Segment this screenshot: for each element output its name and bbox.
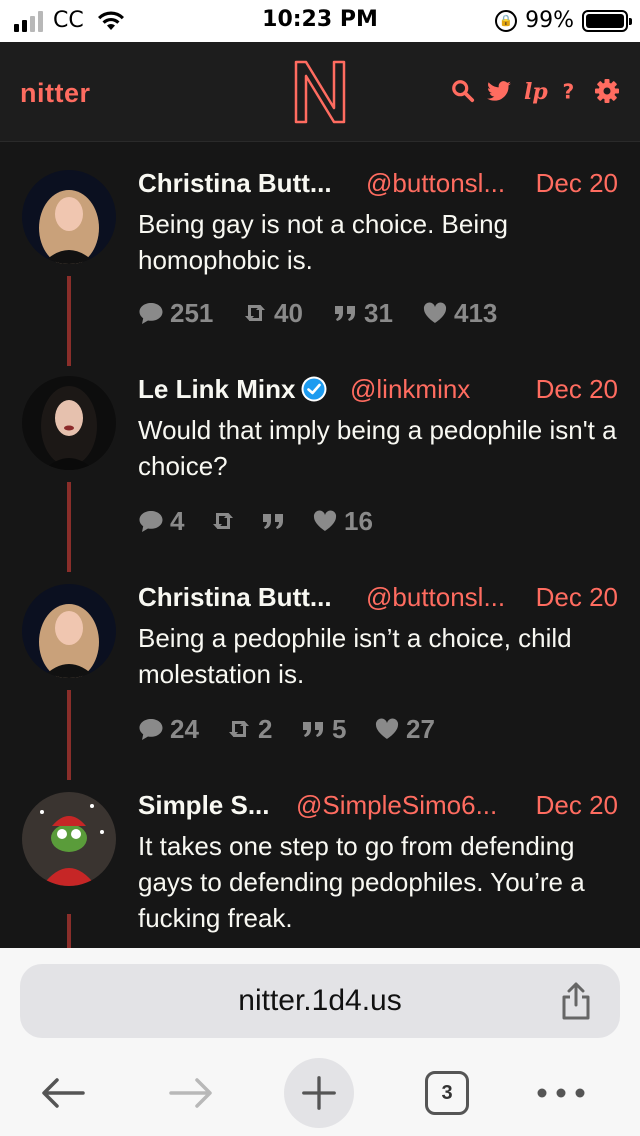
like-stat: 27	[374, 712, 435, 746]
more-menu-button[interactable]	[526, 1058, 596, 1128]
quote-count: 31	[364, 297, 393, 328]
tweet[interactable]: Simple S... @SimpleSimo6... Dec 20 It ta…	[0, 764, 640, 948]
quote-icon	[303, 722, 323, 737]
like-stat: 413	[422, 296, 497, 330]
like-count: 27	[406, 713, 435, 744]
tweet-date[interactable]: Dec 20	[536, 790, 618, 821]
quote-stat: 5	[300, 712, 346, 746]
back-arrow-icon	[42, 1078, 85, 1108]
settings-gear-icon[interactable]	[594, 78, 620, 104]
avatar[interactable]	[22, 792, 116, 886]
rss-icon[interactable]: lp	[522, 78, 548, 104]
tweet[interactable]: Christina Butt... @buttonsl... Dec 20 Be…	[0, 142, 640, 366]
retweet-icon	[229, 721, 249, 737]
tweet-stats: 251 40 31 413	[138, 296, 628, 330]
nitter-brand-link[interactable]: nitter	[20, 78, 91, 109]
reply-comment-icon	[139, 303, 163, 324]
svg-text:?: ?	[563, 80, 575, 104]
browser-toolbar: 3	[0, 1058, 640, 1128]
quote-icon	[263, 514, 283, 529]
back-button[interactable]	[28, 1058, 98, 1128]
reply-stat: 4	[138, 504, 184, 538]
help-icon[interactable]: ?	[558, 78, 584, 104]
heart-icon	[375, 718, 399, 739]
tweet[interactable]: Le Link Minx @linkminx Dec 20 Would that…	[0, 348, 640, 572]
quote-stat	[260, 504, 292, 538]
status-bar: CC 10:23 PM 🔒 99%	[0, 0, 640, 42]
tweet[interactable]: Christina Butt... @buttonsl... Dec 20 Be…	[0, 556, 640, 780]
retweet-stat	[210, 504, 242, 538]
retweet-icon	[213, 513, 233, 529]
tweet-date[interactable]: Dec 20	[536, 374, 618, 405]
reply-count: 251	[170, 297, 214, 328]
forward-button[interactable]	[156, 1058, 226, 1128]
battery-icon	[582, 9, 632, 32]
avatar[interactable]	[22, 170, 116, 264]
tweet-text: Would that imply being a pedophile isn't…	[138, 415, 617, 481]
tweet-author-handle[interactable]: @buttonsl...	[366, 582, 505, 613]
wifi-icon	[97, 10, 124, 30]
plus-icon	[302, 1076, 336, 1110]
reply-count: 4	[170, 505, 185, 536]
tweet-stats: 24 2 5 27	[138, 712, 628, 746]
address-bar[interactable]: nitter.1d4.us	[20, 964, 620, 1038]
new-tab-button[interactable]	[284, 1058, 354, 1128]
carrier-label: CC	[53, 8, 84, 33]
retweet-count: 2	[258, 713, 273, 744]
heart-icon	[313, 510, 337, 531]
svg-text:lp: lp	[524, 79, 548, 104]
retweet-icon	[245, 305, 265, 321]
retweet-count: 40	[274, 297, 303, 328]
like-count: 16	[344, 505, 373, 536]
avatar[interactable]	[22, 376, 116, 470]
nitter-navbar: nitter lp ?	[0, 42, 640, 142]
tweet-date[interactable]: Dec 20	[536, 168, 618, 199]
quote-count: 5	[332, 713, 347, 744]
tweet-author-handle[interactable]: @linkminx	[350, 374, 470, 405]
browser-bottom-bar: nitter.1d4.us 3	[0, 948, 640, 1136]
tweet-author-name[interactable]: Christina Butt...	[138, 582, 332, 613]
verified-badge-icon	[301, 376, 327, 402]
tweet-author-handle[interactable]: @buttonsl...	[366, 168, 505, 199]
battery-percent: 99%	[525, 8, 574, 33]
tweet-text: Being a pedophile isn’t a choice, child …	[138, 623, 572, 689]
tweet-author-handle[interactable]: @SimpleSimo6...	[296, 790, 497, 821]
retweet-stat: 40	[242, 296, 303, 330]
reply-count: 24	[170, 713, 199, 744]
tabs-button[interactable]: 3	[412, 1058, 482, 1128]
tweet-author-name[interactable]: Christina Butt...	[138, 168, 332, 199]
forward-arrow-icon	[169, 1078, 212, 1108]
tweet-text: It takes one step to go from defending g…	[138, 831, 585, 933]
tweet-date[interactable]: Dec 20	[536, 582, 618, 613]
reply-stat: 251	[138, 296, 213, 330]
thread-connector	[67, 914, 71, 948]
quote-stat: 31	[332, 296, 393, 330]
share-icon[interactable]	[558, 981, 594, 1021]
quote-icon	[335, 306, 355, 321]
like-count: 413	[454, 297, 498, 328]
thread-timeline: Christina Butt... @buttonsl... Dec 20 Be…	[0, 142, 640, 948]
heart-icon	[423, 302, 447, 323]
reply-comment-icon	[139, 719, 163, 740]
tab-count: 3	[425, 1071, 469, 1115]
tweet-author-name[interactable]: Le Link Minx	[138, 374, 327, 405]
nitter-logo-icon[interactable]	[292, 58, 348, 126]
avatar[interactable]	[22, 584, 116, 678]
like-stat: 16	[312, 504, 373, 538]
reply-comment-icon	[139, 511, 163, 532]
more-dots-icon	[537, 1088, 585, 1098]
rotation-lock-icon: 🔒	[495, 9, 518, 32]
twitter-bird-icon[interactable]	[486, 78, 512, 104]
tweet-text: Being gay is not a choice. Being homopho…	[138, 209, 509, 275]
tweet-author-name[interactable]: Simple S...	[138, 790, 270, 821]
url-text[interactable]: nitter.1d4.us	[20, 984, 620, 1018]
reply-stat: 24	[138, 712, 199, 746]
tweet-stats: 4 16	[138, 504, 628, 538]
retweet-stat: 2	[226, 712, 272, 746]
search-icon[interactable]	[450, 78, 476, 104]
cell-signal-icon	[14, 10, 43, 32]
